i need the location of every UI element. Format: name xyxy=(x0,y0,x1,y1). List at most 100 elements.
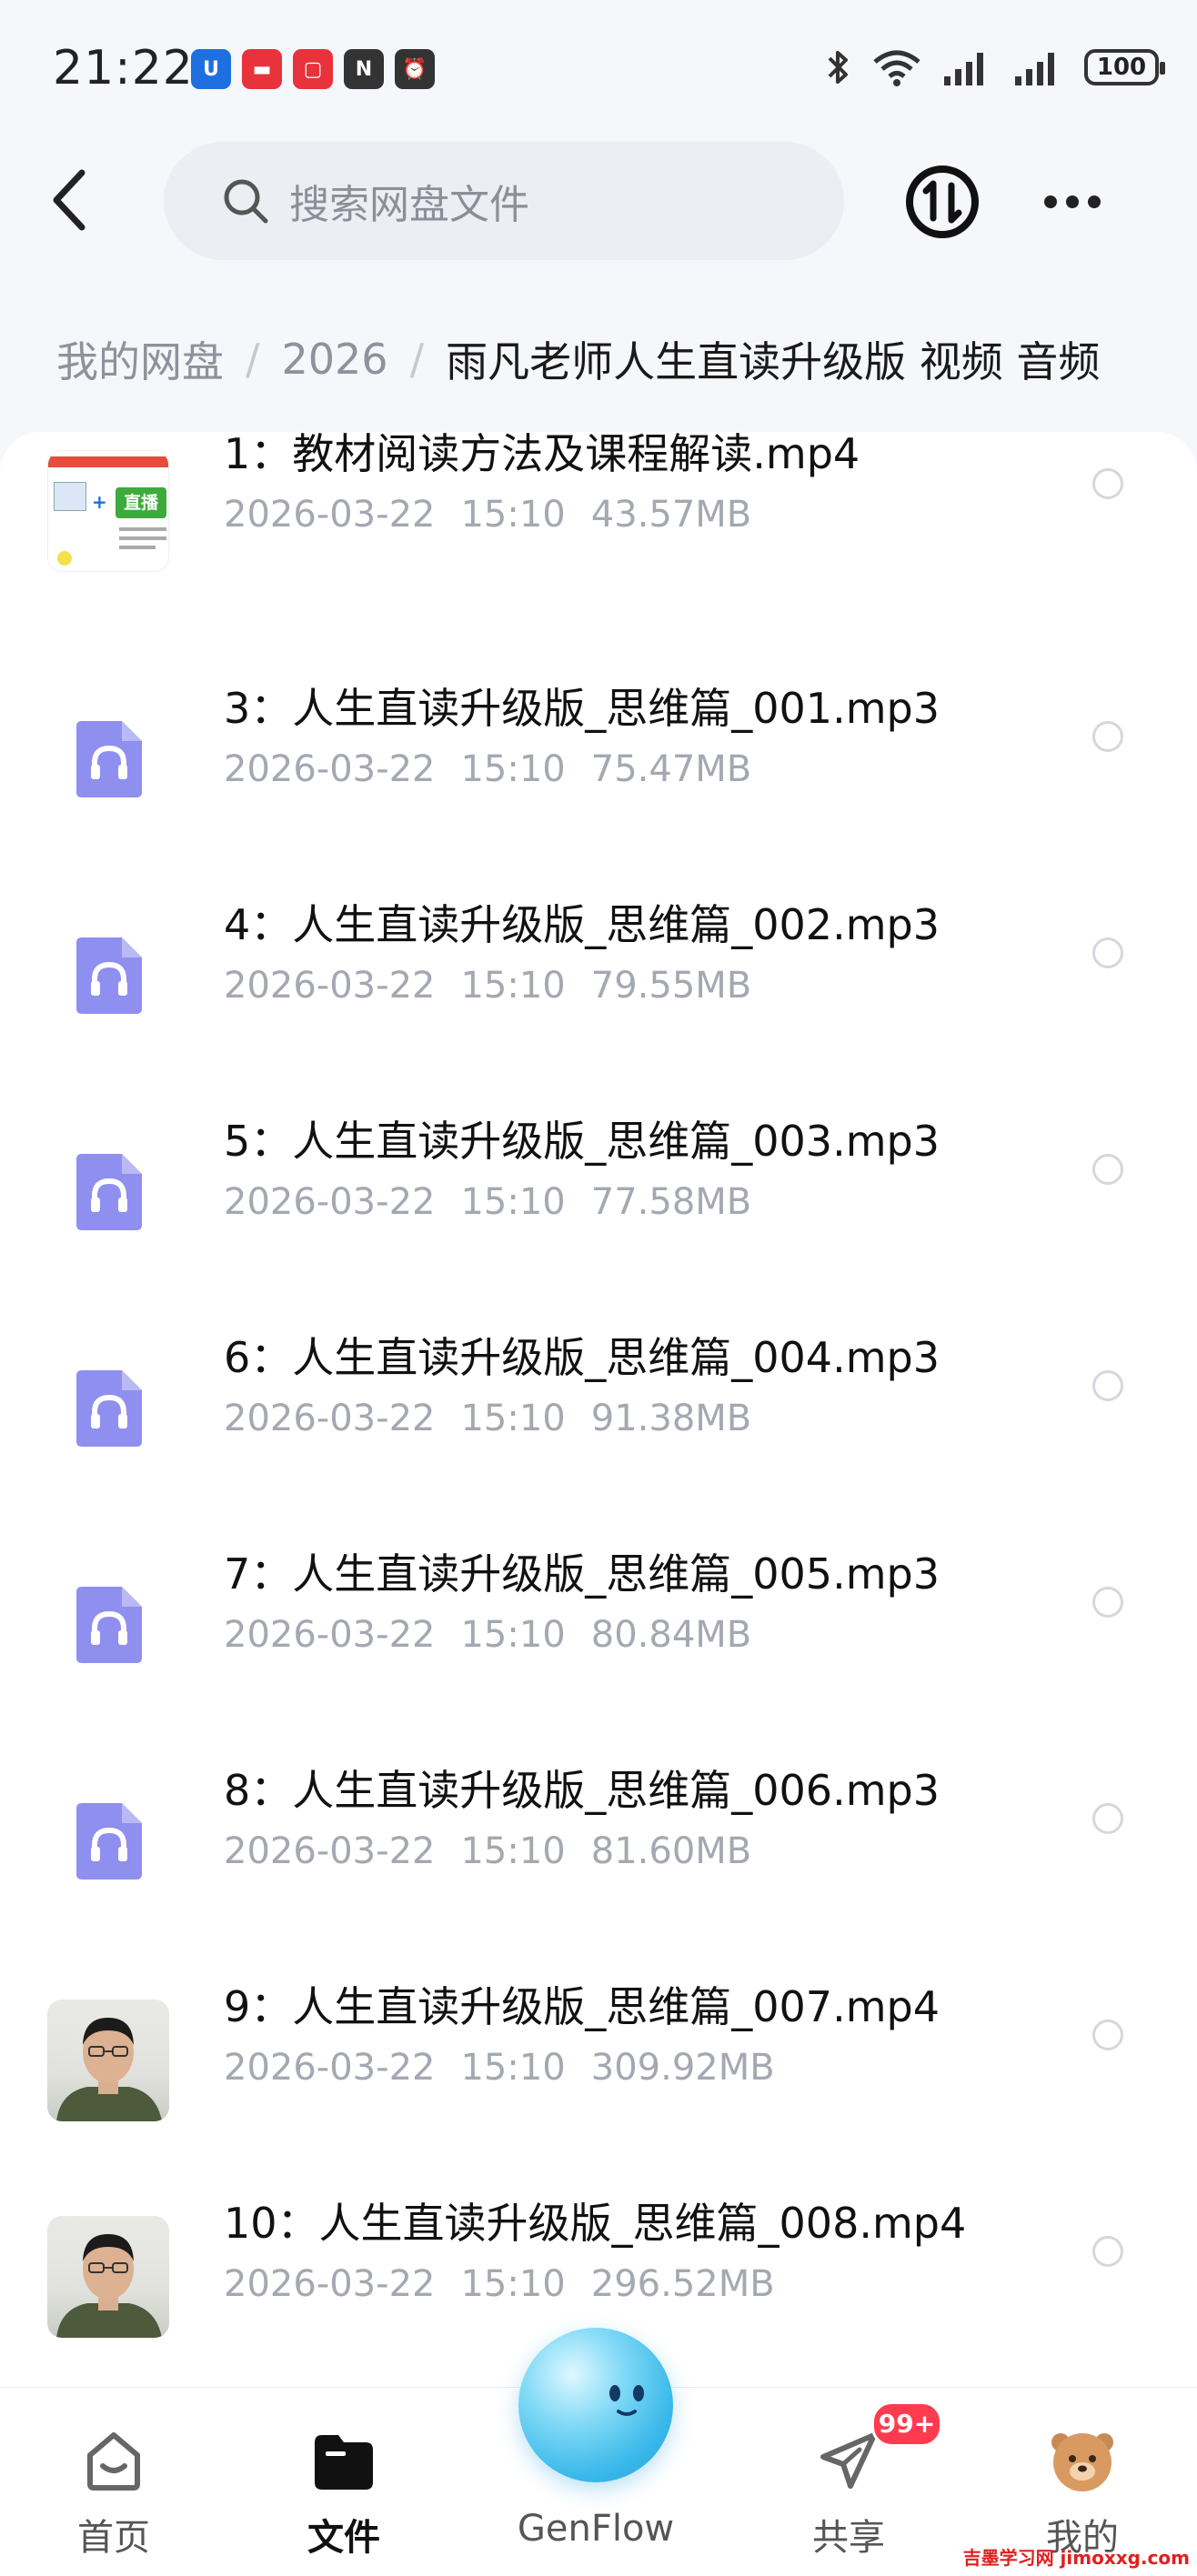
file-meta: 2026-03-22 15:10 79.55MB xyxy=(224,965,751,1007)
file-meta: 2026-03-22 15:10 77.58MB xyxy=(224,1181,751,1223)
breadcrumb-root[interactable]: 我的网盘 xyxy=(56,329,224,389)
file-date: 2026-03-22 xyxy=(224,1181,436,1223)
video-thumbnail-person xyxy=(47,2216,169,2338)
file-date: 2026-03-22 xyxy=(224,1398,436,1439)
file-date: 2026-03-22 xyxy=(224,965,436,1007)
file-row[interactable]: 8：人生直读升级版_思维篇_006.mp3 2026-03-22 15:10 81.6… xyxy=(0,1730,1197,1947)
file-date: 2026-03-22 xyxy=(224,748,436,790)
audio-file-icon xyxy=(76,1587,142,1663)
more-options-icon[interactable] xyxy=(1044,182,1108,222)
app-icon-3: ▢ xyxy=(293,49,333,89)
breadcrumb-year[interactable]: 2026 xyxy=(282,335,388,384)
video-thumbnail-person xyxy=(47,2000,169,2121)
file-size: 80.84MB xyxy=(590,1614,752,1656)
status-time: 21:22 xyxy=(53,41,194,95)
file-time: 15:10 xyxy=(460,965,566,1007)
breadcrumb-current: 雨凡老师人生直读升级版 视频 音频 xyxy=(446,337,1101,386)
file-name: 9：人生直读升级版_思维篇_007.mp4 xyxy=(224,1982,940,2031)
select-checkbox[interactable] xyxy=(1092,2020,1123,2050)
file-time: 15:10 xyxy=(460,1181,566,1223)
file-time: 15:10 xyxy=(460,748,566,790)
file-time: 15:10 xyxy=(460,2263,566,2305)
video-thumbnail: + 直播 xyxy=(47,450,169,572)
genflow-face-icon xyxy=(609,2385,644,2416)
select-checkbox[interactable] xyxy=(1092,937,1123,968)
file-size: 43.57MB xyxy=(590,494,752,536)
file-size: 81.60MB xyxy=(590,1830,752,1872)
search-icon xyxy=(224,179,268,224)
select-checkbox[interactable] xyxy=(1092,1587,1123,1618)
select-checkbox[interactable] xyxy=(1092,2236,1123,2267)
nav-share-label: 共享 xyxy=(812,2517,885,2559)
file-size: 77.58MB xyxy=(590,1181,752,1223)
search-input[interactable]: 搜索网盘文件 xyxy=(164,142,844,260)
wifi-icon xyxy=(873,50,920,86)
select-checkbox[interactable] xyxy=(1092,468,1123,499)
file-time: 15:10 xyxy=(460,1614,566,1656)
thumb-label: 直播 xyxy=(116,487,166,518)
share-badge: 99+ xyxy=(871,2401,942,2447)
file-time: 15:10 xyxy=(460,2047,566,2089)
file-name: 6：人生直读升级版_思维篇_004.mp3 xyxy=(224,1333,940,1382)
file-meta: 2026-03-22 15:10 81.60MB xyxy=(224,1830,751,1872)
file-size: 296.52MB xyxy=(590,2263,775,2305)
select-checkbox[interactable] xyxy=(1092,1154,1123,1185)
back-arrow-icon[interactable] xyxy=(45,164,100,236)
nav-genflow-label: GenFlow xyxy=(517,2508,675,2550)
file-time: 15:10 xyxy=(460,1830,566,1872)
transfer-icon[interactable] xyxy=(904,164,981,240)
watermark: 吉墨学习网 jimoxxg.com xyxy=(962,2547,1190,2569)
battery-icon: 100 xyxy=(1084,49,1165,85)
file-date: 2026-03-22 xyxy=(224,1614,436,1656)
file-size: 309.92MB xyxy=(590,2047,775,2089)
audio-file-icon xyxy=(76,1370,142,1447)
file-time: 15:10 xyxy=(460,1398,566,1439)
file-name: 10：人生直读升级版_思维篇_008.mp4 xyxy=(224,2199,967,2248)
file-date: 2026-03-22 xyxy=(224,2047,436,2089)
nav-files-label: 文件 xyxy=(307,2517,380,2559)
home-icon xyxy=(87,2432,140,2491)
app-icon-1: U xyxy=(191,49,231,89)
file-name: 3：人生直读升级版_思维篇_001.mp3 xyxy=(224,684,940,733)
file-name: 5：人生直读升级版_思维篇_003.mp3 xyxy=(224,1117,940,1166)
file-meta: 2026-03-22 15:10 75.47MB xyxy=(224,748,751,790)
file-meta: 2026-03-22 15:10 91.38MB xyxy=(224,1398,751,1439)
file-row[interactable]: 3：人生直读升级版_思维篇_001.mp3 2026-03-22 15:10 75.4… xyxy=(0,648,1197,865)
folder-icon xyxy=(315,2435,373,2490)
select-checkbox[interactable] xyxy=(1092,1803,1123,1834)
select-checkbox[interactable] xyxy=(1092,1370,1123,1401)
nfc-icon: N xyxy=(344,49,384,89)
genflow-orb[interactable] xyxy=(518,2328,673,2482)
breadcrumb: 我的网盘 / 2026 / 雨凡老师人生直读升级版 视频 音频 xyxy=(56,329,1100,389)
nav-home[interactable]: 首页 xyxy=(32,2388,196,2576)
breadcrumb-separator: / xyxy=(246,335,260,384)
search-placeholder: 搜索网盘文件 xyxy=(289,182,529,228)
file-date: 2026-03-22 xyxy=(224,1830,436,1872)
file-name: 1：教材阅读方法及课程解读.mp4 xyxy=(224,432,860,478)
file-meta: 2026-03-22 15:10 296.52MB xyxy=(224,2263,775,2305)
audio-file-icon xyxy=(76,1803,142,1879)
file-date: 2026-03-22 xyxy=(224,494,436,536)
file-list: + 直播 1：教材阅读方法及课程解读.mp4 2026-03-22 15:10 43.57… xyxy=(0,432,1197,2387)
nav-files[interactable]: 文件 xyxy=(262,2388,426,2576)
file-row[interactable]: + 直播 1：教材阅读方法及课程解读.mp4 2026-03-22 15:10 43.57… xyxy=(0,432,1197,648)
bluetooth-icon xyxy=(828,51,848,84)
breadcrumb-separator: / xyxy=(409,335,425,384)
notification-icons: U ▬ ▢ N ⏰ xyxy=(191,49,435,89)
audio-file-icon xyxy=(76,937,142,1014)
file-row[interactable]: 5：人生直读升级版_思维篇_003.mp3 2026-03-22 15:10 77.5… xyxy=(0,1081,1197,1298)
file-row[interactable]: 6：人生直读升级版_思维篇_004.mp3 2026-03-22 15:10 91.3… xyxy=(0,1298,1197,1514)
select-checkbox[interactable] xyxy=(1092,721,1123,752)
file-row[interactable]: 9：人生直读升级版_思维篇_007.mp4 2026-03-22 15:10 309.… xyxy=(0,1947,1197,2163)
file-name: 7：人生直读升级版_思维篇_005.mp3 xyxy=(224,1549,940,1599)
file-meta: 2026-03-22 15:10 80.84MB xyxy=(224,1614,751,1656)
signal-1-icon xyxy=(944,53,983,85)
system-icons: 100 xyxy=(824,47,1165,87)
file-row[interactable]: 4：人生直读升级版_思维篇_002.mp3 2026-03-22 15:10 79.5… xyxy=(0,865,1197,1081)
file-row[interactable]: 7：人生直读升级版_思维篇_005.mp3 2026-03-22 15:10 80.8… xyxy=(0,1514,1197,1730)
file-size: 79.55MB xyxy=(590,965,752,1007)
file-time: 15:10 xyxy=(460,494,566,536)
battery-level: 100 xyxy=(1096,54,1147,81)
file-name: 4：人生直读升级版_思维篇_002.mp3 xyxy=(224,900,940,949)
alarm-icon: ⏰ xyxy=(395,49,435,89)
